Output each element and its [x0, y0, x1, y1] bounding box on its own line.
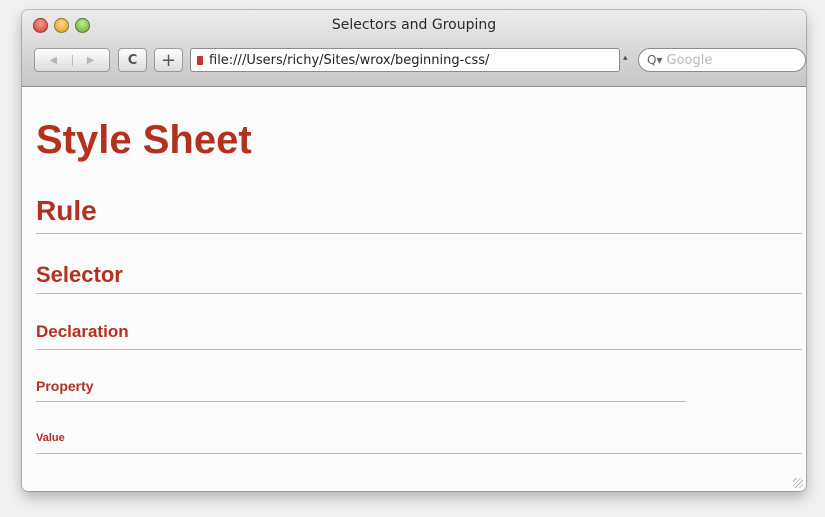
heading-value: Value — [36, 432, 65, 444]
address-bar[interactable]: file:///Users/richy/Sites/wrox/beginning… — [190, 48, 620, 72]
reload-button[interactable]: C — [118, 48, 147, 72]
heading-rule-underline — [36, 233, 802, 234]
browser-toolbar: ◀ ▶ C + file:///Users/richy/Sites/wrox/b… — [34, 48, 806, 72]
back-forward-group: ◀ ▶ — [34, 48, 110, 72]
page-favicon-icon — [197, 55, 203, 65]
forward-button[interactable]: ▶ — [71, 54, 110, 66]
back-arrow-icon: ◀ — [49, 54, 58, 66]
heading-value-underline — [36, 453, 802, 454]
back-button[interactable]: ◀ — [35, 55, 72, 66]
heading-property-underline — [36, 401, 686, 402]
heading-declaration-underline — [36, 349, 802, 350]
heading-declaration: Declaration — [36, 322, 129, 341]
address-dropdown-icon[interactable]: ▴ — [623, 52, 628, 63]
heading-rule: Rule — [36, 195, 97, 226]
reload-icon: C — [127, 52, 138, 68]
search-placeholder: Google — [666, 52, 713, 68]
heading-selector: Selector — [36, 262, 123, 287]
heading-selector-underline — [36, 293, 802, 294]
search-field[interactable]: Q▾ Google — [638, 48, 806, 72]
window-title: Selectors and Grouping — [331, 17, 497, 33]
title-bar: Selectors and Grouping ◀ ▶ C + file:///U… — [22, 10, 806, 87]
heading-property: Property — [36, 378, 94, 394]
address-url: file:///Users/richy/Sites/wrox/beginning… — [209, 52, 490, 68]
search-icon: Q▾ — [647, 53, 663, 67]
browser-window: Selectors and Grouping ◀ ▶ C + file:///U… — [22, 10, 806, 491]
plus-icon: + — [160, 49, 177, 71]
add-bookmark-button[interactable]: + — [154, 48, 183, 72]
forward-arrow-icon: ▶ — [86, 54, 95, 66]
heading-style-sheet: Style Sheet — [36, 118, 252, 162]
resize-grip-icon[interactable] — [793, 478, 803, 488]
